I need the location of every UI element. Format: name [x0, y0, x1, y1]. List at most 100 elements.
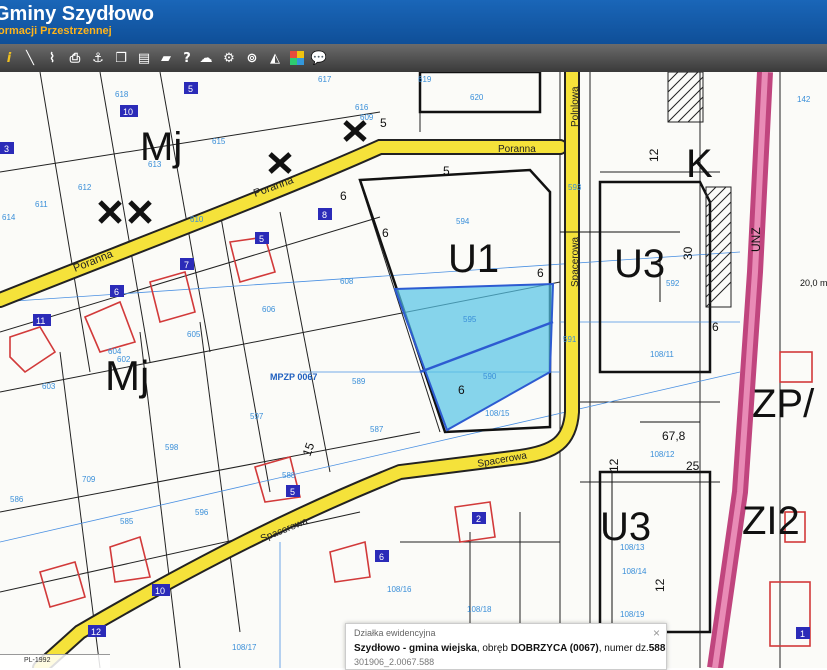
- parcel-number: 612: [78, 183, 92, 192]
- parcel-number: 595: [463, 315, 477, 324]
- parcel-number: 616: [355, 103, 369, 112]
- parcel-number: 597: [250, 412, 264, 421]
- parcel-number: 606: [262, 305, 276, 314]
- parcel-number: 108/12: [650, 450, 675, 459]
- house-badge: 5: [286, 485, 300, 497]
- cloud-icon[interactable]: ☁: [197, 49, 215, 67]
- dim-label: 12: [647, 148, 661, 162]
- app-subtitle: ormacji Przestrzennej: [0, 25, 112, 37]
- coord-system-label: PL-1992: [24, 657, 51, 664]
- info-icon[interactable]: i: [0, 49, 18, 67]
- parcel-number: 709: [82, 475, 96, 484]
- svg-text:5: 5: [290, 487, 295, 497]
- svg-text:12: 12: [91, 627, 101, 637]
- parcel-number: 620: [470, 93, 484, 102]
- print-icon[interactable]: ⎙: [66, 49, 84, 67]
- chat-icon[interactable]: 💬: [310, 49, 328, 67]
- parcel-number: 589: [352, 377, 366, 386]
- zone-label-u1: U1: [448, 237, 499, 281]
- popup-title: Działka ewidencyjna: [354, 628, 436, 638]
- dim-label: 5: [443, 164, 450, 178]
- help-icon[interactable]: ?: [178, 49, 196, 67]
- zone-label-k: K: [686, 142, 713, 186]
- house-badge: 10: [152, 584, 170, 596]
- dim-label: 6: [340, 189, 347, 203]
- svg-text:10: 10: [123, 107, 133, 117]
- parcel-number: 586: [10, 495, 24, 504]
- svg-text:3: 3: [4, 144, 9, 154]
- parcel-number: 608: [340, 277, 354, 286]
- close-icon[interactable]: ×: [653, 626, 660, 640]
- popup-sep-obreb: , obręb: [476, 643, 511, 654]
- zoom-icon[interactable]: ⊚: [243, 49, 261, 67]
- parcel-number: 108/15: [485, 409, 510, 418]
- comment-icon[interactable]: ▰: [157, 49, 175, 67]
- parcel-number: 619: [418, 75, 432, 84]
- house-badge: 7: [180, 258, 194, 270]
- popup-parcel-number: 588: [648, 643, 666, 654]
- house-badge: 6: [110, 285, 124, 297]
- zone-label-unz: UNZ: [749, 227, 763, 252]
- zone-label-zp: ZP/: [752, 382, 815, 426]
- triangle-icon[interactable]: ◭: [266, 49, 284, 67]
- house-badge: 1: [796, 627, 810, 639]
- svg-text:2: 2: [476, 514, 481, 524]
- parcel-number: 108/17: [232, 643, 257, 652]
- dim-label: 6: [712, 320, 719, 334]
- svg-text:6: 6: [379, 552, 384, 562]
- parcel-number: 602: [117, 355, 131, 364]
- house-badge: 10: [120, 105, 138, 117]
- dim-label: 6: [458, 383, 465, 397]
- parcel-number: 587: [370, 425, 384, 434]
- house-badge: 11: [33, 314, 51, 326]
- app-title: Gminy Szydłowo: [0, 3, 155, 25]
- parcel-number: 611: [35, 200, 48, 209]
- road-label-polna: Polnlowa: [570, 86, 581, 127]
- svg-text:6: 6: [114, 287, 119, 297]
- svg-text:7: 7: [184, 260, 189, 270]
- house-badge: 3: [0, 142, 14, 154]
- measure-line-icon[interactable]: ╲: [21, 49, 39, 67]
- parcel-number: 598: [165, 443, 179, 452]
- measure-area-icon[interactable]: ⌇: [43, 49, 61, 67]
- parcel-number: 594: [456, 217, 470, 226]
- parcel-number: 592: [666, 279, 680, 288]
- parcel-number: 108/18: [467, 605, 492, 614]
- parcel-number: 613: [148, 160, 162, 169]
- dim-label: 20,0 m: [800, 278, 827, 288]
- dim-label: 5: [380, 116, 387, 130]
- copy-icon[interactable]: ❐: [112, 49, 130, 67]
- zone-label-u3a: U3: [614, 242, 665, 286]
- parcel-number: 590: [483, 372, 497, 381]
- rail-line: [707, 72, 773, 668]
- popup-code: 301906_2.0067.588: [354, 657, 435, 667]
- parcel-info-popup: Działka ewidencyjna × Szydłowo - gmina w…: [345, 623, 667, 670]
- map-canvas[interactable]: Mj Mj U1 U3 U3 K ZP/ ZI2 UNZ Poranna Por…: [0, 72, 827, 668]
- dim-label: 6: [537, 266, 544, 280]
- house-badge: 2: [472, 512, 486, 524]
- popup-details: Szydłowo - gmina wiejska, obręb DOBRZYCA…: [354, 643, 665, 654]
- dim-label: 67,8: [662, 429, 686, 443]
- settings-icon[interactable]: ⚙: [220, 49, 238, 67]
- parcel-number: 596: [195, 508, 209, 517]
- anchor-icon[interactable]: ⚓: [89, 49, 107, 67]
- parcel-number: 618: [115, 90, 129, 99]
- parcel-number: 588: [282, 471, 296, 480]
- house-badge: 5: [255, 232, 269, 244]
- parcel-number: 108/11: [650, 350, 674, 359]
- popup-obreb: DOBRZYCA (0067): [510, 643, 599, 654]
- parcel-number: 585: [120, 517, 134, 526]
- parcel-number: 615: [212, 137, 226, 146]
- parcel-number: 108/19: [620, 610, 645, 619]
- parcel-number: 108/16: [387, 585, 412, 594]
- dim-label: 25: [686, 459, 700, 473]
- layers-icon[interactable]: ▤: [135, 49, 153, 67]
- svg-text:5: 5: [259, 234, 264, 244]
- zone-label-zi: ZI2: [742, 499, 800, 543]
- dim-label: 15: [300, 440, 318, 458]
- parcel-number: 593: [568, 183, 582, 192]
- house-badge: 5: [184, 82, 198, 94]
- color-grid-icon[interactable]: [288, 49, 306, 67]
- svg-text:5: 5: [188, 84, 193, 94]
- parcel-number: 603: [42, 382, 56, 391]
